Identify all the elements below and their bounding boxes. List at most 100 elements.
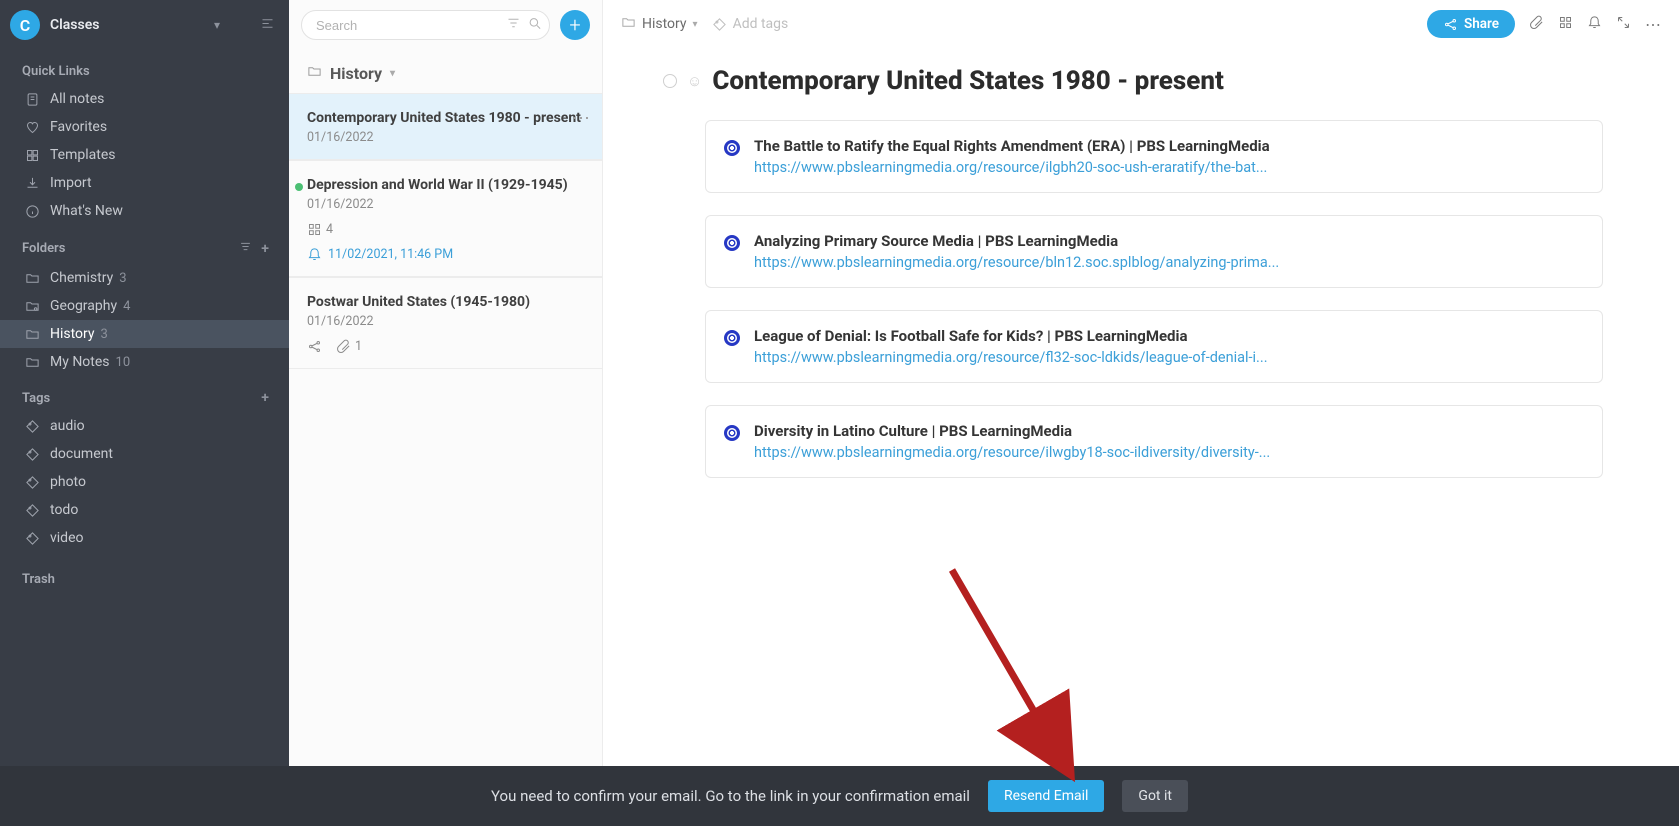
folder-count: 3 (101, 327, 108, 342)
sort-icon[interactable] (238, 239, 253, 258)
link-url[interactable]: https://www.pbslearningmedia.org/resourc… (754, 444, 1270, 461)
chevron-down-icon[interactable]: ▾ (390, 68, 395, 79)
add-folder-icon[interactable]: + (261, 241, 269, 257)
workspace-switcher[interactable]: C Classes ▾ (0, 0, 289, 50)
more-icon[interactable]: ⋯ (572, 108, 590, 129)
folder-count: 10 (116, 355, 131, 370)
sidebar-item-label: document (50, 446, 113, 462)
link-title: League of Denial: Is Football Safe for K… (754, 327, 1268, 345)
link-title: The Battle to Ratify the Equal Rights Am… (754, 137, 1270, 155)
add-tag-icon[interactable]: + (261, 390, 269, 406)
collapse-sidebar-icon[interactable] (260, 15, 275, 36)
sidebar-tag-audio[interactable]: audio (0, 412, 289, 440)
link-card[interactable]: The Battle to Ratify the Equal Rights Am… (705, 120, 1603, 193)
got-it-button[interactable]: Got it (1122, 780, 1188, 812)
link-url[interactable]: https://www.pbslearningmedia.org/resourc… (754, 159, 1270, 176)
sidebar-item-label: What's New (50, 203, 123, 219)
pbs-favicon-icon (724, 140, 740, 156)
note-list-item[interactable]: Postwar United States (1945-1980) 01/16/… (289, 277, 602, 369)
link-title: Analyzing Primary Source Media | PBS Lea… (754, 232, 1279, 250)
sidebar-folder-history[interactable]: History 3 (0, 320, 289, 348)
main-breadcrumb[interactable]: History ▾ (621, 15, 698, 34)
sidebar-tag-video[interactable]: video (0, 524, 289, 552)
chevron-down-icon[interactable]: ▾ (214, 18, 220, 32)
sidebar-item-label: audio (50, 418, 85, 434)
sidebar-tag-todo[interactable]: todo (0, 496, 289, 524)
link-title: Diversity in Latino Culture | PBS Learni… (754, 422, 1270, 440)
note-title: Postwar United States (1945-1980) (307, 294, 584, 310)
note-title: Contemporary United States 1980 - presen… (307, 110, 584, 126)
share-icon (307, 339, 322, 354)
sidebar-item-import[interactable]: Import (0, 169, 289, 197)
folder-count: 3 (119, 271, 126, 286)
note-icon (22, 92, 42, 107)
note-list-item[interactable]: ⋯ Contemporary United States 1980 - pres… (289, 93, 602, 160)
note-date: 01/16/2022 (307, 197, 584, 212)
link-url[interactable]: https://www.pbslearningmedia.org/resourc… (754, 254, 1279, 271)
checkbox-icon[interactable] (663, 74, 677, 88)
task-count: 4 (307, 222, 333, 237)
pbs-favicon-icon (724, 235, 740, 251)
note-date: 01/16/2022 (307, 314, 584, 329)
sidebar-folder-geography[interactable]: Geography 4 (0, 292, 289, 320)
attachment-count: 1 (336, 339, 362, 354)
sidebar-item-label: todo (50, 502, 78, 518)
grid-icon[interactable] (1558, 15, 1573, 34)
sidebar-item-all-notes[interactable]: All notes (0, 85, 289, 113)
pbs-favicon-icon (724, 330, 740, 346)
folders-heading: Folders + (0, 225, 289, 264)
workspace-name: Classes (50, 17, 208, 33)
filter-icon[interactable] (506, 16, 521, 35)
tag-icon (22, 475, 42, 490)
note-list-item[interactable]: Depression and World War II (1929-1945) … (289, 160, 602, 277)
quick-links-heading: Quick Links (0, 50, 289, 85)
link-url[interactable]: https://www.pbslearningmedia.org/resourc… (754, 349, 1268, 366)
sidebar-item-label: Templates (50, 147, 116, 163)
pbs-favicon-icon (724, 425, 740, 441)
link-card[interactable]: League of Denial: Is Football Safe for K… (705, 310, 1603, 383)
list-breadcrumb[interactable]: History ▾ (289, 50, 602, 93)
sidebar-item-label: Import (50, 175, 92, 191)
bell-icon[interactable] (1587, 15, 1602, 34)
attachment-icon[interactable] (1529, 15, 1544, 34)
folder-icon (621, 15, 636, 34)
note-reminder: 11/02/2021, 11:46 PM (307, 247, 584, 262)
sidebar-item-whats-new[interactable]: What's New (0, 197, 289, 225)
share-button[interactable]: Share (1427, 10, 1515, 38)
add-tags-button[interactable]: Add tags (712, 16, 789, 32)
trash-link[interactable]: Trash (0, 552, 289, 593)
emoji-picker-icon[interactable]: ☺ (687, 72, 702, 90)
folder-count: 4 (123, 299, 130, 314)
new-note-button[interactable]: + (560, 10, 590, 40)
search-icon[interactable] (527, 16, 542, 35)
tags-heading: Tags + (0, 376, 289, 412)
sidebar-item-favorites[interactable]: Favorites (0, 113, 289, 141)
sidebar-item-label: Favorites (50, 119, 107, 135)
page-title[interactable]: Contemporary United States 1980 - presen… (712, 66, 1224, 96)
folder-icon (22, 355, 42, 370)
link-card[interactable]: Diversity in Latino Culture | PBS Learni… (705, 405, 1603, 478)
info-icon (22, 204, 42, 219)
tag-icon (22, 419, 42, 434)
note-date: 01/16/2022 (307, 130, 584, 145)
sidebar-tag-document[interactable]: document (0, 440, 289, 468)
resend-email-button[interactable]: Resend Email (988, 780, 1104, 812)
folder-shared-icon (22, 299, 42, 314)
more-icon[interactable]: ⋯ (1645, 15, 1661, 34)
sidebar-item-label: photo (50, 474, 86, 490)
link-card[interactable]: Analyzing Primary Source Media | PBS Lea… (705, 215, 1603, 288)
note-title: Depression and World War II (1929-1945) (307, 177, 584, 193)
sidebar-item-templates[interactable]: Templates (0, 141, 289, 169)
sidebar: C Classes ▾ Quick Links All notes Favori… (0, 0, 289, 766)
workspace-avatar: C (10, 10, 40, 40)
template-icon (22, 148, 42, 163)
main-content: History ▾ Add tags Share ⋯ ☺ Contempora (603, 0, 1679, 766)
expand-icon[interactable] (1616, 15, 1631, 34)
chevron-down-icon[interactable]: ▾ (693, 19, 698, 30)
tag-icon (22, 531, 42, 546)
sidebar-folder-my-notes[interactable]: My Notes 10 (0, 348, 289, 376)
sidebar-item-label: All notes (50, 91, 104, 107)
sidebar-folder-chemistry[interactable]: Chemistry 3 (0, 264, 289, 292)
breadcrumb-label: History (642, 16, 687, 32)
sidebar-tag-photo[interactable]: photo (0, 468, 289, 496)
